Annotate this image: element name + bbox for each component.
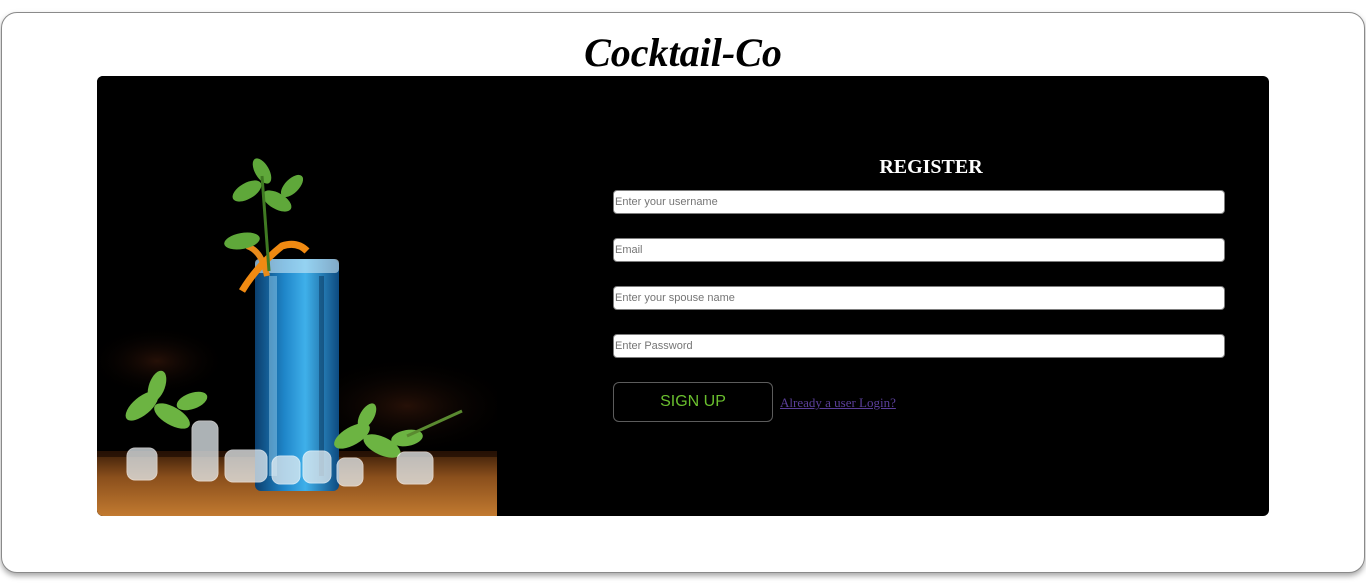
- password-input[interactable]: [613, 334, 1225, 358]
- login-link[interactable]: Already a user Login?: [780, 395, 896, 411]
- cocktail-image: [97, 76, 497, 516]
- register-heading: REGISTER: [879, 156, 983, 178]
- register-card: REGISTER SIGN UP Already a user Login?: [97, 76, 1269, 516]
- site-title: Cocktail-Co: [584, 30, 782, 75]
- username-input[interactable]: [613, 190, 1225, 214]
- email-input[interactable]: [613, 238, 1225, 262]
- sign-up-button[interactable]: SIGN UP: [613, 382, 773, 422]
- spouse-name-input[interactable]: [613, 286, 1225, 310]
